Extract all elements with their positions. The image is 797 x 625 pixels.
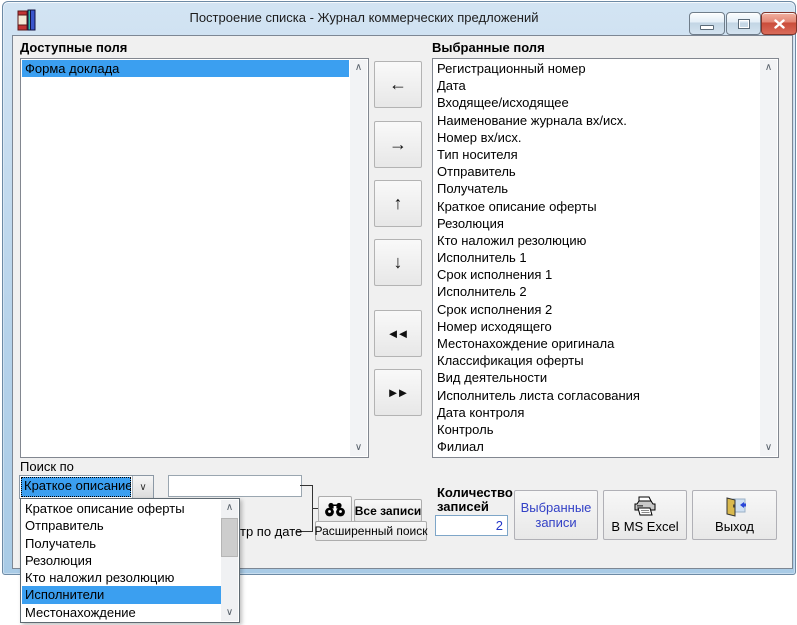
arrow-right-icon: → — [389, 134, 407, 154]
combobox-dropdown-button[interactable]: ∨ — [132, 476, 153, 498]
arrow-up-icon: ↑ — [393, 193, 403, 213]
selected-field-item[interactable]: Краткое описание оферты — [434, 198, 759, 215]
selected-field-item[interactable]: Срок исполнения 2 — [434, 301, 759, 318]
selected-field-item[interactable]: Отправитель — [434, 163, 759, 180]
selected-field-item[interactable]: Получатель — [434, 180, 759, 197]
move-down-button[interactable]: ↓ — [374, 239, 422, 286]
window-title: Построение списка - Журнал коммерческих … — [189, 10, 539, 25]
selected-records-label-line1: Выбранные — [520, 500, 592, 515]
selected-field-item[interactable]: Исполнитель 1 — [434, 249, 759, 266]
selected-field-item[interactable]: Наименование журнала вх/исх. — [434, 112, 759, 129]
printer-icon — [634, 496, 656, 516]
selected-field-item[interactable]: Кто наложил резолюцию — [434, 232, 759, 249]
dropdown-item[interactable]: Отправитель — [22, 517, 221, 534]
move-all-right-button[interactable]: ►► — [374, 369, 422, 416]
chevron-down-icon: ∨ — [139, 481, 147, 493]
scroll-up-icon[interactable]: ∧ — [765, 60, 772, 76]
selected-field-item[interactable]: Филиал — [434, 438, 759, 455]
available-field-item[interactable]: Форма доклада — [22, 60, 349, 78]
minimize-icon — [700, 25, 714, 30]
selected-fields-rows: Регистрационный номер Дата Входящее/исходя… — [434, 60, 759, 456]
double-arrow-left-icon: ◄◄ — [386, 326, 410, 341]
search-field-dropdown-list[interactable]: Краткое описание оферты Отправитель Получа… — [20, 498, 240, 623]
dropdown-rows: Краткое описание оферты Отправитель Получа… — [22, 500, 221, 621]
selected-field-item[interactable]: Дата контроля — [434, 404, 759, 421]
exit-label: Выход — [715, 518, 754, 534]
maximize-icon — [737, 18, 750, 29]
selected-field-item[interactable]: Входящее/исходящее — [434, 94, 759, 111]
selected-field-item[interactable]: Срок исполнения 1 — [434, 266, 759, 283]
maximize-button[interactable] — [726, 12, 761, 35]
exit-button[interactable]: Выход — [692, 490, 777, 540]
selected-field-item[interactable]: Номер исходящего — [434, 318, 759, 335]
move-up-button[interactable]: ↑ — [374, 180, 422, 227]
arrow-left-icon: ← — [389, 74, 407, 94]
available-list-scrollbar[interactable]: ∧ ∨ — [350, 60, 367, 456]
selected-field-item[interactable]: Резолюция — [434, 215, 759, 232]
dropdown-item[interactable]: Резолюция — [22, 552, 221, 569]
books-icon — [16, 8, 38, 32]
find-button[interactable] — [318, 496, 352, 523]
selected-field-item[interactable]: Вид деятельности — [434, 369, 759, 386]
all-records-button[interactable]: Все записи — [354, 499, 422, 522]
selected-fields-label: Выбранные поля — [432, 40, 545, 55]
scrollbar-thumb[interactable] — [221, 518, 238, 557]
selected-field-item[interactable]: Тип носителя — [434, 146, 759, 163]
selected-field-item[interactable]: Контроль — [434, 421, 759, 438]
search-field-combobox[interactable]: Краткое описание оф ∨ — [19, 475, 154, 499]
available-fields-rows: Форма доклада — [22, 60, 349, 456]
dropdown-item[interactable]: Исполнители — [22, 586, 221, 604]
search-by-label: Поиск по — [20, 459, 74, 474]
dropdown-item[interactable]: Получатель — [22, 535, 221, 552]
records-count-input[interactable] — [435, 515, 508, 536]
export-excel-label: В MS Excel — [611, 519, 679, 534]
available-fields-label: Доступные поля — [20, 40, 128, 55]
date-filter-label[interactable]: тр по дате — [240, 524, 302, 539]
title-bar[interactable]: Построение списка - Журнал коммерческих … — [3, 2, 797, 35]
selected-field-item[interactable]: Регистрационный номер — [434, 60, 759, 77]
dropdown-item[interactable]: Кто наложил резолюцию — [22, 569, 221, 586]
scroll-down-icon[interactable]: ∨ — [765, 440, 772, 456]
advanced-search-button[interactable]: Расширенный поиск — [314, 521, 428, 541]
close-button[interactable] — [761, 12, 797, 35]
selected-field-item[interactable]: Классификация оферты — [434, 352, 759, 369]
all-records-label: Все записи — [354, 503, 422, 518]
selected-records-label-line2: записи — [535, 515, 577, 530]
selected-records-button[interactable]: Выбранные записи — [514, 490, 598, 540]
arrow-down-icon: ↓ — [393, 252, 403, 272]
combobox-selected-value: Краткое описание оф — [21, 477, 131, 497]
scroll-up-icon[interactable]: ∧ — [226, 500, 233, 516]
search-text-input[interactable] — [168, 475, 302, 497]
exit-door-icon — [726, 496, 746, 517]
move-all-left-button[interactable]: ◄◄ — [374, 310, 422, 357]
close-icon — [773, 18, 785, 29]
scroll-up-icon[interactable]: ∧ — [355, 60, 362, 76]
selected-list-scrollbar[interactable]: ∧ ∨ — [760, 60, 777, 456]
selected-field-item[interactable]: Местонахождение оригинала — [434, 335, 759, 352]
dropdown-item[interactable]: Краткое описание оферты — [22, 500, 221, 517]
export-excel-button[interactable]: В MS Excel — [603, 490, 687, 540]
move-right-button[interactable]: → — [374, 121, 422, 168]
scroll-down-icon[interactable]: ∨ — [226, 605, 233, 621]
selected-field-item[interactable]: Дата — [434, 77, 759, 94]
selected-field-item[interactable]: Номер вх/исх. — [434, 129, 759, 146]
records-count-label-line1: Количество — [437, 485, 513, 500]
dropdown-item[interactable]: Местонахождение — [22, 604, 221, 621]
records-count-label-line2: записей — [437, 499, 489, 514]
binoculars-icon — [325, 502, 345, 517]
available-fields-list[interactable]: Форма доклада ∧ ∨ — [20, 58, 369, 458]
double-arrow-right-icon: ►► — [386, 385, 410, 400]
selected-field-item[interactable]: Исполнитель листа согласования — [434, 387, 759, 404]
selected-field-item[interactable]: Исполнитель 2 — [434, 283, 759, 300]
selected-fields-list[interactable]: Регистрационный номер Дата Входящее/исходя… — [432, 58, 779, 458]
advanced-search-label: Расширенный поиск — [314, 524, 428, 538]
scroll-down-icon[interactable]: ∨ — [355, 440, 362, 456]
minimize-button[interactable] — [689, 12, 725, 35]
move-left-button[interactable]: ← — [374, 61, 422, 108]
